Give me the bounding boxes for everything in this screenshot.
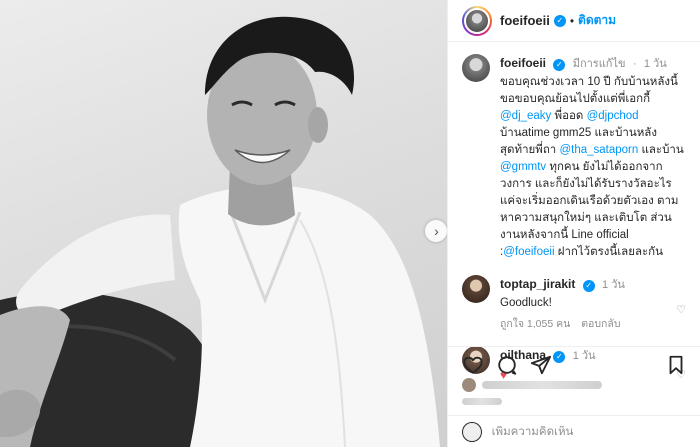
follow-button[interactable]: ติดตาม bbox=[578, 11, 616, 30]
comment-likes[interactable]: ถูกใจ 1,055 คน bbox=[500, 318, 570, 330]
blurred-likes-text bbox=[482, 381, 602, 389]
caption-segment: ขอบคุณช่วงเวลา 10 ปี กับบ้านหลังนี้ ขอขอ… bbox=[500, 76, 678, 105]
dot-separator: • bbox=[569, 13, 575, 28]
emoji-picker-icon[interactable] bbox=[462, 421, 482, 442]
caption-text: ขอบคุณช่วงเวลา 10 ปี กับบ้านหลังนี้ ขอขอ… bbox=[500, 74, 686, 261]
edited-label: มีการแก้ไข bbox=[572, 58, 626, 70]
comment-time: 1 วัน bbox=[602, 279, 625, 291]
mention-link[interactable]: @foeifoeii bbox=[503, 246, 554, 258]
like-heart-icon[interactable] bbox=[462, 354, 484, 376]
comment-bubble-icon[interactable] bbox=[496, 354, 518, 376]
share-paper-plane-icon[interactable] bbox=[530, 354, 552, 376]
mention-link[interactable]: @tha_sataporn bbox=[559, 144, 638, 156]
post-actions bbox=[448, 346, 700, 376]
verified-badge-icon: ✓ bbox=[553, 14, 566, 27]
instagram-post-viewer: › foeifoeii ✓ • ติดตาม foeifoeii ✓ มีการ… bbox=[0, 0, 700, 447]
caption-username[interactable]: foeifoeii bbox=[500, 56, 546, 70]
story-ring[interactable] bbox=[462, 5, 492, 36]
verified-badge-icon: ✓ bbox=[582, 280, 595, 292]
mention-link[interactable]: @gmmtv bbox=[500, 161, 546, 173]
author-avatar[interactable] bbox=[464, 7, 490, 34]
comment-meta: ถูกใจ 1,055 คน ตอบกลับ bbox=[500, 315, 686, 332]
reply-button[interactable]: ตอบกลับ bbox=[581, 318, 620, 330]
caption-author-avatar[interactable] bbox=[462, 54, 490, 82]
mention-link[interactable]: @djpchod bbox=[587, 110, 639, 122]
liker-avatar bbox=[462, 378, 476, 392]
mention-link[interactable]: @dj_eaky bbox=[500, 110, 551, 122]
comment-text: Goodluck! bbox=[500, 297, 552, 309]
add-comment-input[interactable] bbox=[491, 425, 687, 438]
caption-segment: พี่ออด bbox=[551, 110, 587, 122]
blurred-date-text bbox=[462, 398, 502, 405]
portrait-illustration bbox=[0, 16, 440, 447]
comment-item: toptap_jirakit ✓ 1 วัน Goodluck! ถูกใจ 1… bbox=[462, 275, 686, 332]
commenter-avatar[interactable] bbox=[462, 275, 490, 303]
likes-summary[interactable] bbox=[462, 378, 602, 392]
post-header: foeifoeii ✓ • ติดตาม bbox=[448, 0, 700, 42]
caption-segment: ฝากไว้ตรงนี้เลยละกัน bbox=[554, 246, 663, 258]
caption-row: foeifoeii ✓ มีการแก้ไข · 1 วัน ขอบคุณช่ว… bbox=[462, 54, 686, 261]
bookmark-icon[interactable] bbox=[665, 354, 687, 376]
dot-separator: · bbox=[632, 58, 637, 70]
caption-segment: และบ้าน bbox=[638, 144, 684, 156]
verified-badge-icon: ✓ bbox=[553, 59, 566, 71]
commenter-username[interactable]: toptap_jirakit bbox=[500, 277, 575, 291]
post-side-panel: foeifoeii ✓ • ติดตาม foeifoeii ✓ มีการแก… bbox=[447, 0, 700, 447]
post-photo[interactable]: › bbox=[0, 0, 447, 447]
comments-section: foeifoeii ✓ มีการแก้ไข · 1 วัน ขอบคุณช่ว… bbox=[448, 42, 700, 382]
next-photo-button[interactable]: › bbox=[425, 220, 447, 242]
like-comment-heart-icon[interactable]: ♡ bbox=[676, 303, 686, 316]
add-comment-bar bbox=[448, 415, 700, 447]
caption-time: 1 วัน bbox=[643, 58, 667, 70]
chevron-right-icon: › bbox=[434, 223, 439, 239]
caption-segment: ทุกคน ยังไม่ได้ออกจากวงการ และก็ยังไม่ได… bbox=[500, 161, 679, 258]
author-username[interactable]: foeifoeii bbox=[500, 13, 550, 28]
